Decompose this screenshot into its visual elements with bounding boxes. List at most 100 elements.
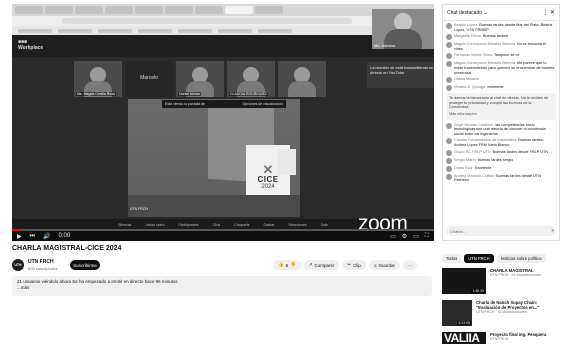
record-button[interactable]: Grabar: [264, 223, 275, 227]
chat-message: Margarita Elena Buenas tardes!: [446, 34, 556, 41]
chevron-down-icon[interactable]: ⌄: [482, 10, 487, 16]
message-author: Jorge Nicolás Calderón: [454, 122, 494, 127]
volume-icon[interactable]: 🔊: [43, 233, 50, 240]
live-chat-panel: Chat destacado ⌄ ⋮ ✕ Beatriz López Buenas…: [442, 4, 560, 241]
share-screen-button[interactable]: Compartir: [234, 223, 249, 227]
participants-button[interactable]: Participantes: [179, 223, 199, 227]
thumbs-up-icon: 👍: [278, 262, 284, 267]
thumbnail-text: VALIIA: [444, 332, 480, 344]
participant-tile: [278, 61, 326, 97]
related-video[interactable]: 1:40:33 CHARLA MAGISTRAL UTN FRCH · 61 v…: [442, 268, 562, 294]
chat-button[interactable]: Chat: [213, 223, 220, 227]
video-thumbnail[interactable]: 1:22:05: [442, 300, 473, 326]
participant-tile: Daniel Morán: [176, 61, 224, 97]
message-author: Andrea Mariana Cottalo: [454, 173, 495, 178]
browser-address-bar: [12, 16, 434, 26]
chat-message: Diana Ruiz Excelente: [446, 165, 556, 172]
settings-icon[interactable]: ⚙: [402, 233, 407, 240]
related-video[interactable]: VALIIA Proyecto final ing. Pesquera UTN …: [442, 332, 562, 344]
related-meta: UTN FRCH: [490, 337, 509, 341]
chat-message: Liliana Micaela: [446, 77, 556, 84]
send-icon[interactable]: ➤: [551, 228, 555, 234]
avatar: [446, 165, 452, 172]
related-video[interactable]: 1:22:05 Charla de Nanch Supay Chain: "Ev…: [442, 300, 562, 326]
chat-message: Magda Concepción Morales Barrera No se es…: [446, 42, 556, 51]
time-display: 0:00: [58, 233, 71, 239]
message-text: Tampoco se ve: [494, 53, 520, 58]
browser-tab[interactable]: [255, 6, 283, 14]
browser-tab[interactable]: [135, 6, 163, 14]
next-icon[interactable]: ⏭: [30, 233, 35, 240]
chip-channel[interactable]: UTN FRCH: [464, 254, 494, 263]
chat-message: Jorge Nicolás Calderón las competencias s…: [446, 122, 556, 137]
chat-mode-selector[interactable]: Chat destacado: [447, 10, 482, 16]
browser-tab-active[interactable]: [225, 6, 253, 14]
fullscreen-icon[interactable]: ⛶: [425, 233, 429, 240]
clip-button[interactable]: ✂ Clip: [342, 260, 366, 270]
browser-tab[interactable]: [165, 6, 193, 14]
participant-name: CLAUDIA RODRIGUEZ: [229, 92, 268, 96]
theater-icon[interactable]: ▭: [413, 233, 419, 240]
more-info-link[interactable]: Más información: [449, 112, 553, 117]
message-author: Diana Ruiz: [454, 165, 473, 170]
mute-button[interactable]: Silenciar: [118, 223, 131, 227]
share-button[interactable]: ↗ Compartir: [303, 260, 340, 270]
like-button[interactable]: 👍 6 👎: [273, 260, 301, 270]
wall-poster: [278, 149, 296, 175]
chat-input[interactable]: [446, 226, 556, 236]
reactions-button[interactable]: Reacciones: [288, 223, 306, 227]
chat-message: Fernando Martín Soria Tampoco se ve: [446, 53, 556, 60]
related-meta: UTN FRCH · 61 visualizaciones: [490, 273, 541, 277]
browser-tab[interactable]: [15, 6, 43, 14]
play-icon[interactable]: ▶: [17, 233, 22, 240]
action-bar: 👍 6 👎 ↗ Compartir ✂ Clip ≡ Guardar ···: [273, 260, 418, 270]
participant-tile: Marcelo: [125, 61, 173, 97]
avatar: [446, 157, 452, 164]
chip-politics-news[interactable]: Noticias sobre política: [496, 254, 546, 263]
video-thumbnail[interactable]: 1:40:33: [442, 268, 486, 294]
chat-message: Viviana A. Quiroga excelente: [446, 85, 556, 92]
speaker-camera: Ms. Adriana: [372, 9, 434, 49]
message-author: Beatriz López: [454, 23, 478, 27]
start-video-button[interactable]: Iniciar vídeo: [146, 223, 165, 227]
video-thumbnail[interactable]: VALIIA: [442, 332, 486, 344]
channel-avatar[interactable]: UTN: [12, 259, 24, 271]
message-text: Excelente: [474, 165, 492, 170]
clip-label: Clip: [353, 262, 361, 268]
related-title[interactable]: Charla de Nanch Supay Chain: "Evaluación…: [476, 300, 562, 310]
channel-name[interactable]: UTN FRCH: [28, 259, 54, 265]
subscribe-button[interactable]: Suscribirme: [70, 260, 100, 270]
chat-message: Beatriz López Buenas tardes desde Mar del…: [446, 23, 556, 32]
avatar: [446, 85, 452, 92]
share-label: Compartir: [314, 262, 335, 268]
message-author: Sergio Marín: [454, 157, 476, 162]
description-more-link[interactable]: ...más: [17, 285, 427, 291]
subtitles-icon[interactable]: ▭: [390, 233, 396, 240]
more-actions-button[interactable]: ···: [402, 260, 418, 270]
video-player[interactable]: ■■■ Workplace Ms. Magda Cecilia Rosa Marc…: [12, 4, 434, 241]
chat-message: Andrea Mariana Cottalo Buenas tardes desd…: [446, 173, 556, 183]
chip-all[interactable]: Todos: [442, 254, 462, 263]
close-icon[interactable]: ⋮ ✕: [542, 9, 555, 16]
avatar: [446, 77, 452, 84]
share-icon: ↗: [308, 262, 313, 267]
browser-tab[interactable]: [195, 6, 223, 14]
participant-gallery: Ms. Magda Cecilia Rosa Marcelo Daniel Mo…: [74, 61, 339, 97]
message-text: Buenas tardes desde FRLP UTN: [492, 149, 549, 154]
save-button[interactable]: ≡ Guardar: [368, 260, 400, 270]
bookmark: [218, 28, 252, 33]
description-box[interactable]: 21 usuarios viéndolo ahora Se ha empezad…: [12, 276, 432, 296]
browser-tab[interactable]: [105, 6, 133, 14]
browser-tab[interactable]: [75, 6, 103, 14]
browser-tab[interactable]: [45, 6, 73, 14]
view-options-button[interactable]: Opciones de visualización: [243, 102, 283, 106]
leave-button[interactable]: Salir: [321, 223, 328, 227]
save-label: Guardar: [378, 262, 395, 268]
chat-message: Sergio Marín buenas tardes sergio: [446, 157, 556, 164]
save-icon: ≡: [373, 262, 377, 268]
url-field: [62, 18, 352, 24]
banner-logo-icon: ✕: [262, 161, 274, 177]
chat-header: Chat destacado ⌄ ⋮ ✕: [443, 5, 559, 21]
participant-tile: CLAUDIA RODRIGUEZ: [227, 61, 275, 97]
message-author: Liliana Micaela: [454, 77, 480, 82]
